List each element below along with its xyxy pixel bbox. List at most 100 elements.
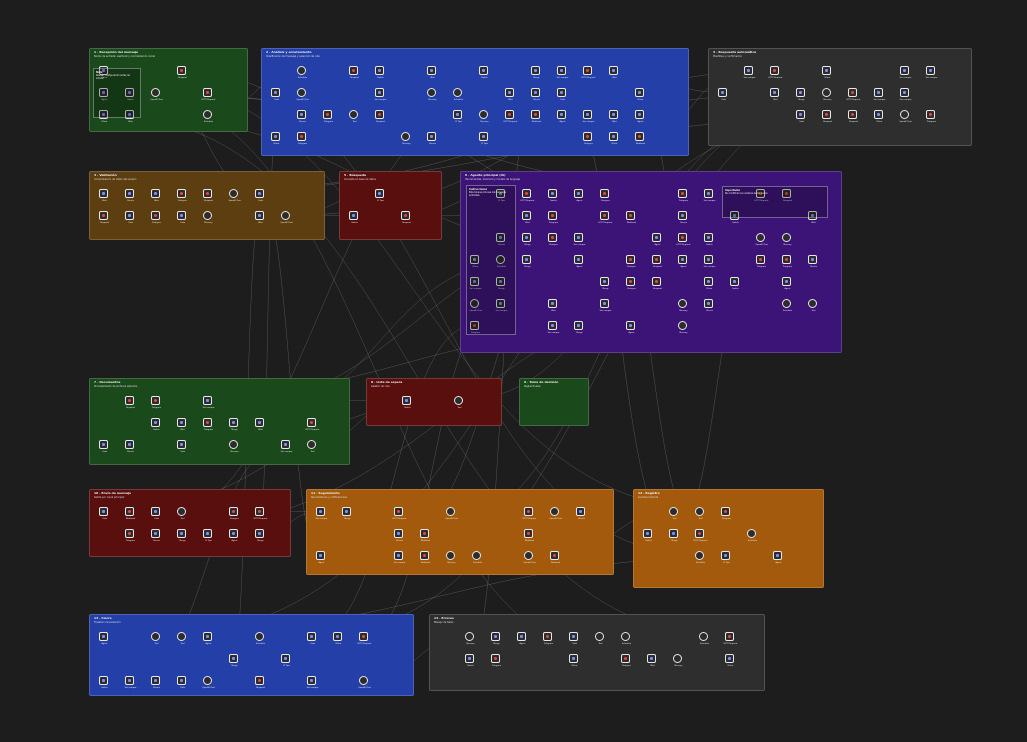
workflow-node[interactable]: HTTP Request	[724, 632, 737, 645]
workflow-node[interactable]: Filtrar	[569, 654, 578, 667]
workflow-node[interactable]: Postgres	[600, 189, 610, 202]
group-g2[interactable]: 2 · Análisis y enrutamiento Clasificación…	[261, 48, 689, 156]
workflow-node[interactable]: Respond	[255, 676, 265, 689]
workflow-node[interactable]: Filtrar	[333, 632, 342, 645]
workflow-node[interactable]: Switch	[643, 529, 652, 542]
workflow-node[interactable]: Agent	[316, 551, 325, 564]
workflow-node[interactable]: Telegram	[926, 110, 936, 123]
workflow-node[interactable]: Schedule	[255, 632, 265, 645]
workflow-node[interactable]: Code	[796, 110, 805, 123]
workflow-node[interactable]: Memory	[229, 440, 239, 453]
workflow-node[interactable]: Telegram	[756, 255, 766, 268]
workflow-node[interactable]: Respond	[652, 255, 662, 268]
workflow-node[interactable]: Set campos	[574, 233, 585, 246]
workflow-node[interactable]: Switch	[375, 66, 384, 79]
workflow-node[interactable]: IF Tipo	[375, 189, 384, 202]
workflow-node[interactable]: Agent	[517, 632, 526, 645]
workflow-node[interactable]: Respond	[349, 66, 359, 79]
workflow-node[interactable]: Postgres	[229, 507, 239, 520]
workflow-node[interactable]: Telegram	[721, 507, 731, 520]
workflow-node[interactable]: Filtrar	[271, 132, 280, 145]
workflow-node[interactable]: Agent	[574, 255, 583, 268]
workflow-node[interactable]: Memory	[678, 321, 688, 334]
workflow-node[interactable]: Telegram	[125, 529, 135, 542]
workflow-node[interactable]: Set campos	[744, 66, 755, 79]
workflow-node[interactable]: Set campos	[548, 321, 559, 334]
workflow-node[interactable]: Set campos	[900, 66, 911, 79]
workflow-node[interactable]: HTTP Request	[847, 88, 860, 101]
workflow-node[interactable]: Sheets	[394, 529, 403, 542]
workflow-node[interactable]: Merge	[669, 529, 678, 542]
workflow-node[interactable]: Webhook	[531, 110, 541, 123]
workflow-node[interactable]: Set campos	[125, 676, 136, 689]
workflow-node[interactable]: Code	[718, 88, 727, 101]
workflow-node[interactable]: Sheets	[704, 299, 713, 312]
workflow-node[interactable]: Telegram	[678, 189, 688, 202]
workflow-node[interactable]: HTTP Request	[202, 88, 215, 101]
workflow-node[interactable]: Set campos	[281, 440, 292, 453]
workflow-node[interactable]: Memory	[427, 88, 437, 101]
workflow-node[interactable]: HTTP Request	[504, 110, 517, 123]
workflow-node[interactable]: Postgres	[626, 277, 636, 290]
workflow-node[interactable]: Wait	[177, 418, 186, 431]
group-g5[interactable]: 5 · Búsqueda Consulta en base de datos	[339, 171, 442, 240]
workflow-node[interactable]: Telegram	[323, 110, 333, 123]
workflow-node[interactable]: Set campos	[583, 110, 594, 123]
workflow-node[interactable]: Merge	[229, 654, 238, 667]
workflow-node[interactable]: Set campos	[704, 189, 715, 202]
workflow-node[interactable]: Tool	[808, 299, 817, 312]
workflow-node[interactable]: Set campos	[874, 88, 885, 101]
workflow-node[interactable]: Agent	[635, 110, 644, 123]
workflow-node[interactable]: Switch	[349, 211, 358, 224]
workflow-node[interactable]: Set campos	[307, 676, 318, 689]
workflow-node[interactable]: Switch	[730, 277, 739, 290]
workflow-node[interactable]: Merge	[255, 529, 264, 542]
workflow-node[interactable]: Code	[557, 88, 566, 101]
workflow-node[interactable]: Respond	[203, 189, 213, 202]
workflow-canvas[interactable]: 1 · Recepción del mensaje Nodos de entrad…	[0, 0, 1027, 742]
workflow-node[interactable]: Merge	[574, 321, 583, 334]
workflow-node[interactable]: Set campos	[203, 396, 214, 409]
group-g4[interactable]: 4 · Validación Comprobación de datos del …	[89, 171, 325, 240]
workflow-node[interactable]: Switch	[151, 418, 160, 431]
workflow-node[interactable]: Schedule	[747, 529, 757, 542]
sticky-note[interactable]: Instrucciones Este bloque procesa los men…	[466, 185, 516, 335]
workflow-node[interactable]: Agent	[652, 233, 661, 246]
workflow-node[interactable]: Code	[99, 440, 108, 453]
workflow-node[interactable]: Set campos	[394, 551, 405, 564]
workflow-node[interactable]: IF Tipo	[203, 529, 212, 542]
workflow-node[interactable]: HTTP Request	[694, 529, 707, 542]
workflow-node[interactable]: Code	[255, 189, 264, 202]
workflow-node[interactable]: Filtrar	[609, 132, 618, 145]
workflow-node[interactable]: OpenAI Chat	[150, 88, 163, 101]
workflow-node[interactable]: Switch	[479, 66, 488, 79]
workflow-node[interactable]: Wait	[151, 189, 160, 202]
workflow-node[interactable]: Switch	[465, 654, 474, 667]
workflow-node[interactable]: Respond	[375, 110, 385, 123]
workflow-node[interactable]: Schedule	[203, 110, 213, 123]
workflow-node[interactable]: Set campos	[600, 299, 611, 312]
workflow-node[interactable]: Code	[569, 632, 578, 645]
workflow-node[interactable]: Merge	[522, 233, 531, 246]
workflow-node[interactable]: Merge	[491, 632, 500, 645]
workflow-node[interactable]: IF Tipo	[479, 132, 488, 145]
group-g8[interactable]: 8 · Lista de espera Gestión de cola	[366, 378, 502, 426]
workflow-node[interactable]: Code	[271, 88, 280, 101]
workflow-node[interactable]: Agent	[203, 632, 212, 645]
workflow-node[interactable]: Merge	[522, 255, 531, 268]
workflow-node[interactable]: Memory	[203, 211, 213, 224]
workflow-node[interactable]: Agent	[678, 255, 687, 268]
workflow-node[interactable]: Wait	[548, 299, 557, 312]
workflow-node[interactable]: Schedule	[782, 299, 792, 312]
sticky-note[interactable]: Importante No modificar los nombres de lo…	[722, 186, 828, 218]
workflow-node[interactable]: Code	[125, 211, 134, 224]
workflow-node[interactable]: Tool	[595, 632, 604, 645]
group-g12[interactable]: 12 · Registro Guardar historial	[633, 489, 824, 588]
workflow-node[interactable]: Filtrar	[822, 66, 831, 79]
workflow-node[interactable]: Wait	[609, 66, 618, 79]
workflow-node[interactable]: Postgres	[177, 189, 187, 202]
workflow-node[interactable]: Filtrar	[725, 654, 734, 667]
workflow-node[interactable]: Merge	[229, 418, 238, 431]
workflow-node[interactable]: Tool	[695, 507, 704, 520]
workflow-node[interactable]: Telegram	[491, 654, 501, 667]
